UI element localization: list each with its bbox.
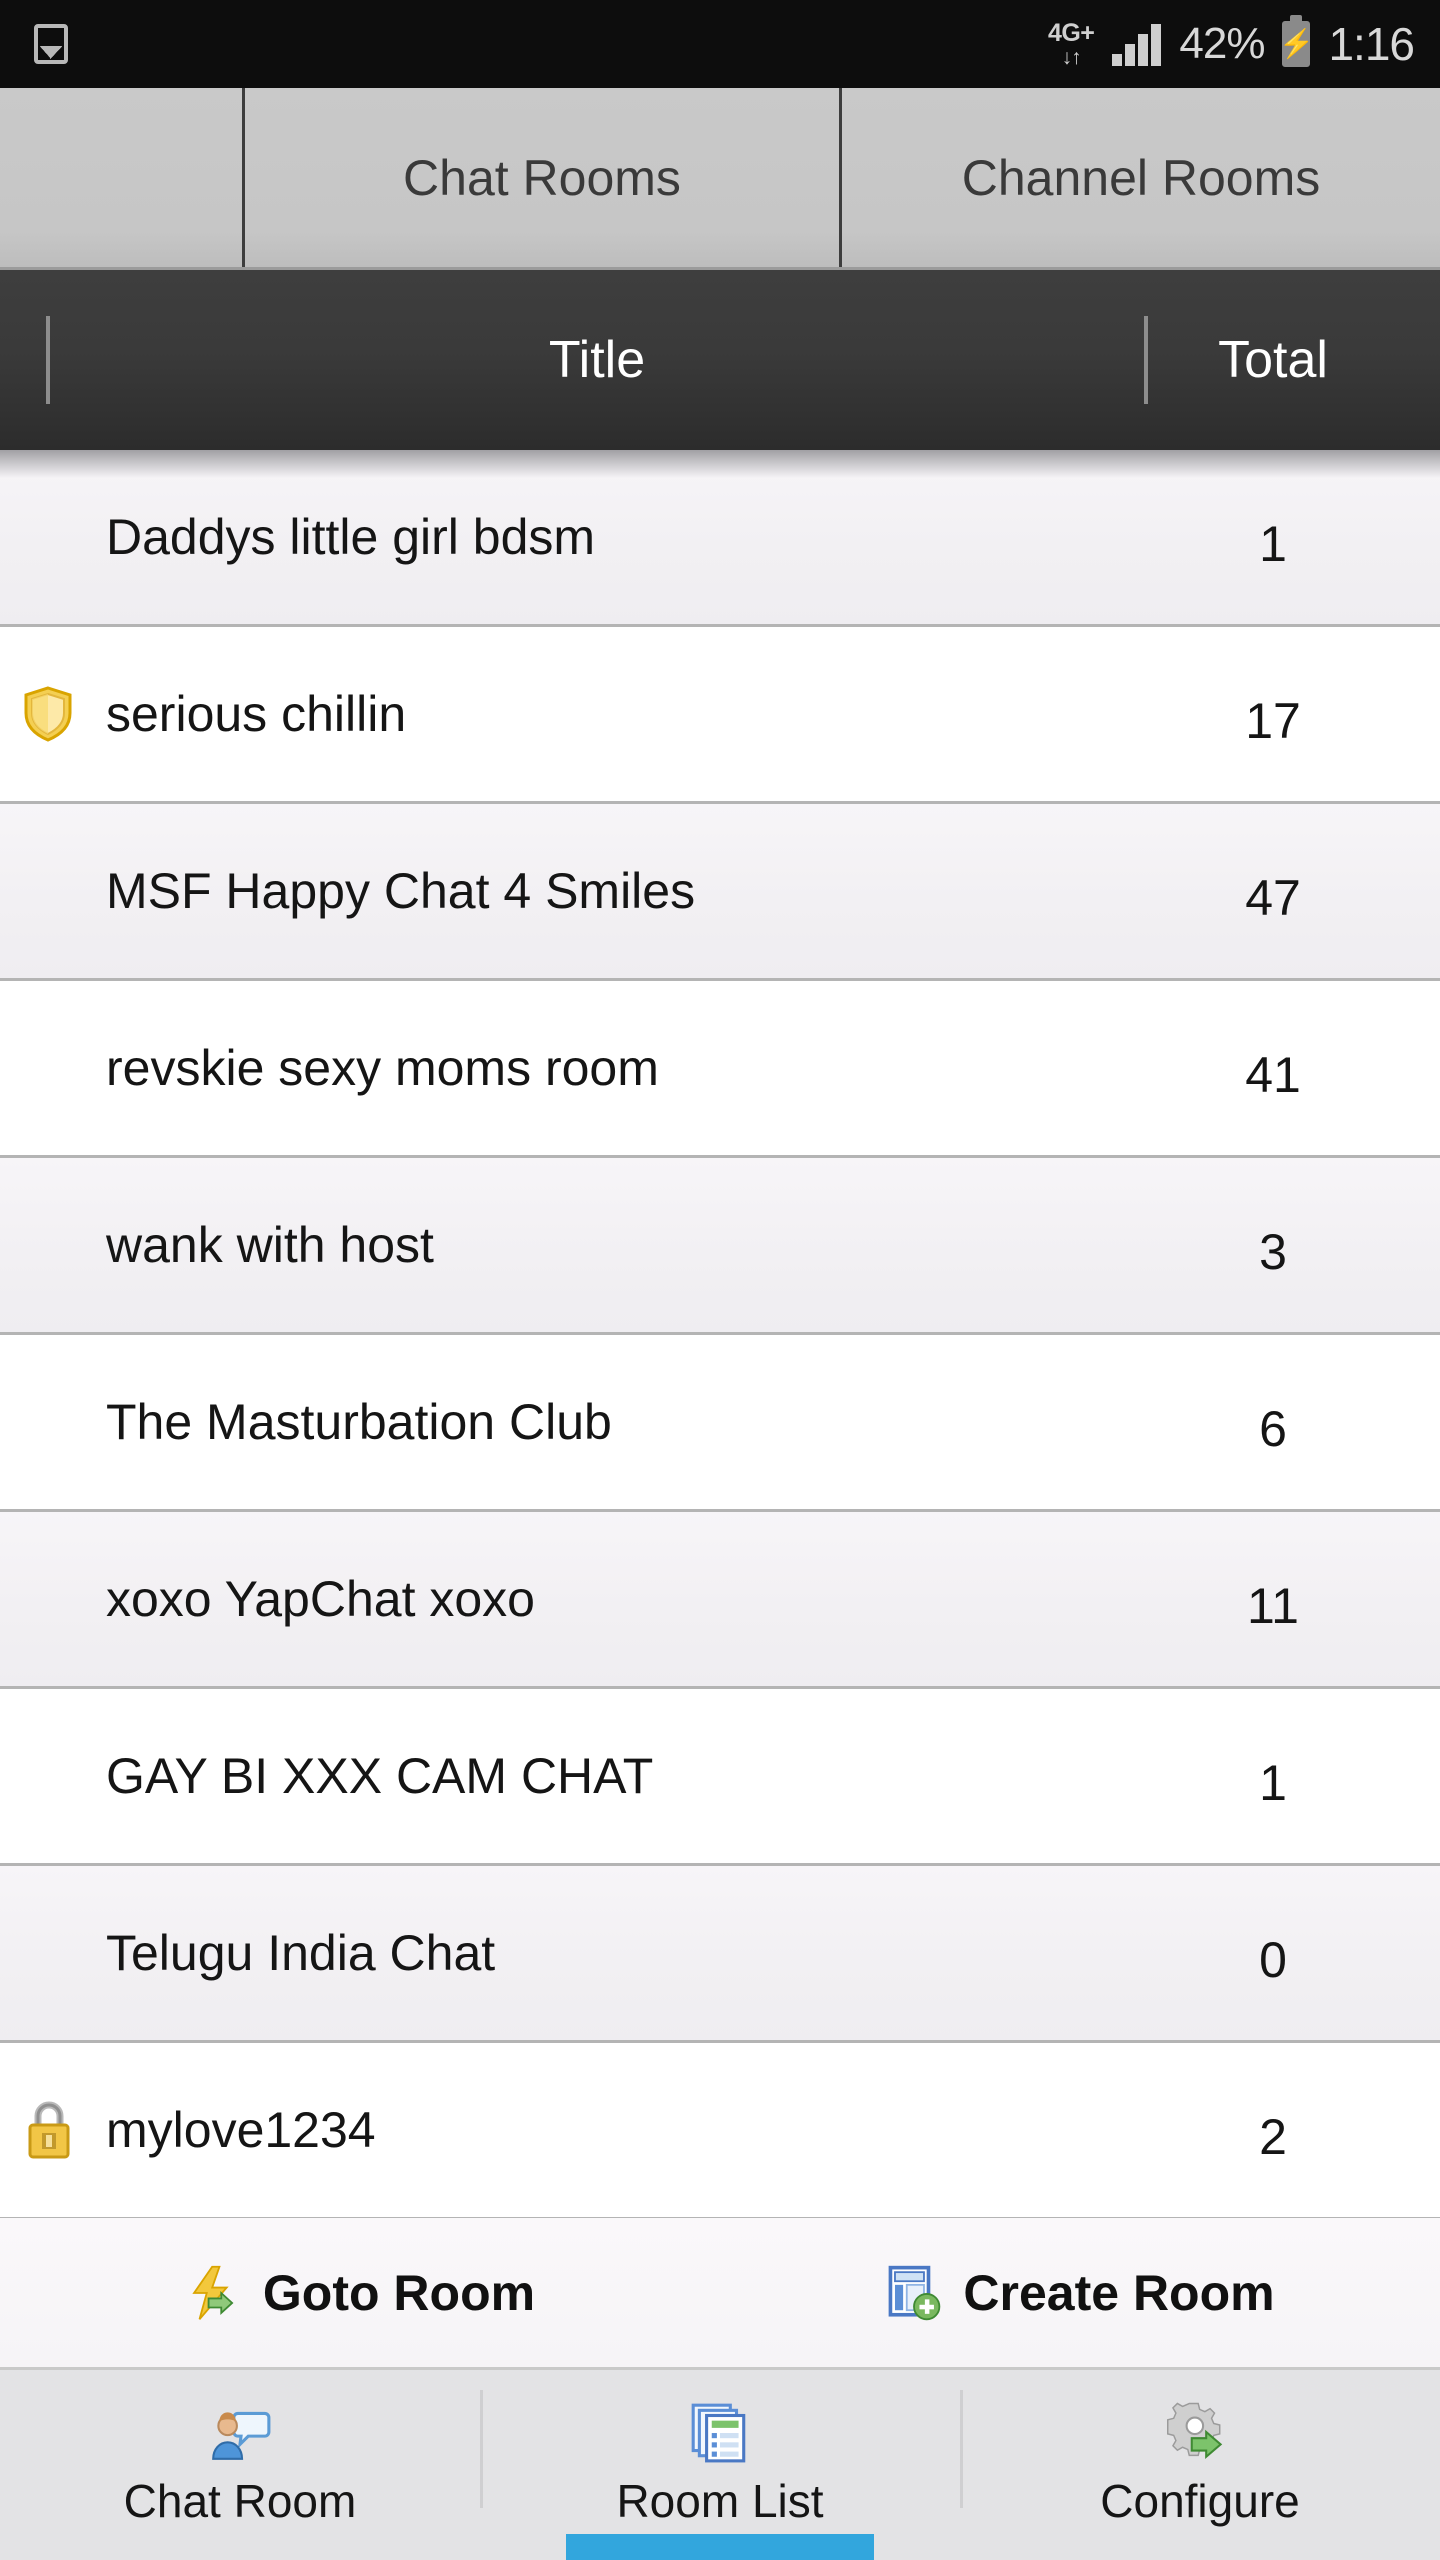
- bottom-navigation: Chat Room Room List Configure: [0, 2370, 1440, 2560]
- top-tab-bar: Chat Rooms Channel Rooms: [0, 88, 1440, 270]
- lock-icon: [28, 2101, 70, 2159]
- room-total: 17: [1245, 693, 1301, 749]
- column-header-total[interactable]: Total: [1148, 330, 1398, 390]
- room-title: revskie sexy moms room: [106, 1040, 659, 1096]
- row-icon-slot: [22, 1158, 84, 1332]
- new-window-plus-icon: [889, 2265, 941, 2320]
- app-root: 4G+ ↓↑ 42% ⚡ 1:16 Chat Rooms Channel Roo…: [0, 0, 1440, 2560]
- network-type-label: 4G+: [1047, 18, 1095, 47]
- shield-icon: [24, 686, 72, 742]
- room-title: Daddys little girl bdsm: [106, 509, 596, 565]
- signal-bars-icon: [1112, 22, 1162, 66]
- room-total: 3: [1259, 1224, 1287, 1280]
- table-row[interactable]: serious chillin 17: [0, 627, 1440, 804]
- row-icon-slot: [22, 1689, 84, 1863]
- create-room-label: Create Room: [963, 2264, 1275, 2321]
- row-icon-slot: [22, 450, 84, 624]
- status-bar-clock: 1:16: [1328, 18, 1415, 70]
- nav-item-configure-label: Configure: [1100, 2475, 1300, 2527]
- column-header-title[interactable]: Title: [50, 330, 1144, 390]
- table-header: Title Total: [0, 270, 1440, 450]
- lightning-arrow-icon: [192, 2265, 234, 2320]
- status-bar-left: [34, 24, 68, 64]
- person-speech-bubble-icon: [212, 2411, 271, 2460]
- nav-item-chat-room-label: Chat Room: [123, 2475, 357, 2527]
- nav-item-room-list-label: Room List: [616, 2475, 824, 2527]
- row-icon-slot: [22, 804, 84, 978]
- room-list[interactable]: Daddys little girl bdsm 1 serious chillin 1…: [0, 450, 1440, 2218]
- tab-chat-rooms[interactable]: Chat Rooms: [242, 88, 842, 267]
- row-icon-slot: [22, 1866, 84, 2040]
- room-total: 2: [1259, 2109, 1287, 2165]
- room-title: MSF Happy Chat 4 Smiles: [106, 863, 696, 919]
- tab-spacer[interactable]: [0, 88, 242, 267]
- row-icon-slot: [22, 627, 84, 801]
- room-title: wank with host: [106, 1217, 434, 1273]
- nav-item-chat-room[interactable]: Chat Room: [0, 2370, 480, 2560]
- network-type-icon: 4G+ ↓↑: [1047, 18, 1095, 69]
- room-title: mylove1234: [106, 2102, 376, 2158]
- row-icon-slot: [22, 2043, 84, 2217]
- table-row[interactable]: The Masturbation Club 6: [0, 1335, 1440, 1512]
- goto-room-button[interactable]: Goto Room: [0, 2262, 720, 2324]
- gallery-icon: [34, 24, 68, 64]
- battery-percent-label: 42%: [1179, 19, 1265, 68]
- row-icon-slot: [22, 981, 84, 1155]
- table-row[interactable]: MSF Happy Chat 4 Smiles 47: [0, 804, 1440, 981]
- room-total: 0: [1259, 1932, 1287, 1988]
- table-row[interactable]: Daddys little girl bdsm 1: [0, 450, 1440, 627]
- room-title: serious chillin: [106, 686, 407, 742]
- table-row[interactable]: Telugu India Chat 0: [0, 1866, 1440, 2043]
- row-icon-slot: [22, 1512, 84, 1686]
- nav-item-configure[interactable]: Configure: [960, 2370, 1440, 2560]
- room-title: Telugu India Chat: [106, 1925, 496, 1981]
- room-total: 47: [1245, 870, 1301, 926]
- table-row[interactable]: xoxo YapChat xoxo 11: [0, 1512, 1440, 1689]
- status-bar-right: 4G+ ↓↑ 42% ⚡ 1:16: [1047, 17, 1415, 71]
- nav-active-indicator: [566, 2534, 874, 2560]
- gear-arrow-icon: [1167, 2402, 1223, 2459]
- tab-channel-rooms[interactable]: Channel Rooms: [842, 88, 1440, 267]
- room-total: 11: [1247, 1578, 1299, 1634]
- goto-room-label: Goto Room: [262, 2264, 536, 2321]
- stacked-documents-icon: [691, 2403, 746, 2463]
- table-row[interactable]: revskie sexy moms room 41: [0, 981, 1440, 1158]
- network-data-arrows: ↓↑: [1061, 45, 1082, 69]
- room-total: 1: [1259, 516, 1287, 572]
- action-bar: Goto Room Create Room: [0, 2218, 1440, 2370]
- battery-charging-icon: ⚡: [1279, 21, 1314, 67]
- room-total: 41: [1245, 1047, 1301, 1103]
- table-row[interactable]: GAY BI XXX CAM CHAT 1: [0, 1689, 1440, 1866]
- create-room-button[interactable]: Create Room: [720, 2262, 1440, 2324]
- status-bar: 4G+ ↓↑ 42% ⚡ 1:16: [0, 0, 1440, 88]
- room-title: xoxo YapChat xoxo: [106, 1571, 535, 1627]
- room-title: The Masturbation Club: [106, 1394, 612, 1450]
- table-row[interactable]: wank with host 3: [0, 1158, 1440, 1335]
- room-title: GAY BI XXX CAM CHAT: [106, 1748, 654, 1804]
- row-icon-slot: [22, 1335, 84, 1509]
- room-total: 6: [1259, 1401, 1287, 1457]
- table-row[interactable]: mylove1234 2: [0, 2043, 1440, 2218]
- tab-channel-rooms-label: Channel Rooms: [961, 149, 1321, 206]
- tab-chat-rooms-label: Chat Rooms: [403, 149, 681, 206]
- nav-item-room-list[interactable]: Room List: [480, 2370, 960, 2560]
- room-total: 1: [1259, 1755, 1287, 1811]
